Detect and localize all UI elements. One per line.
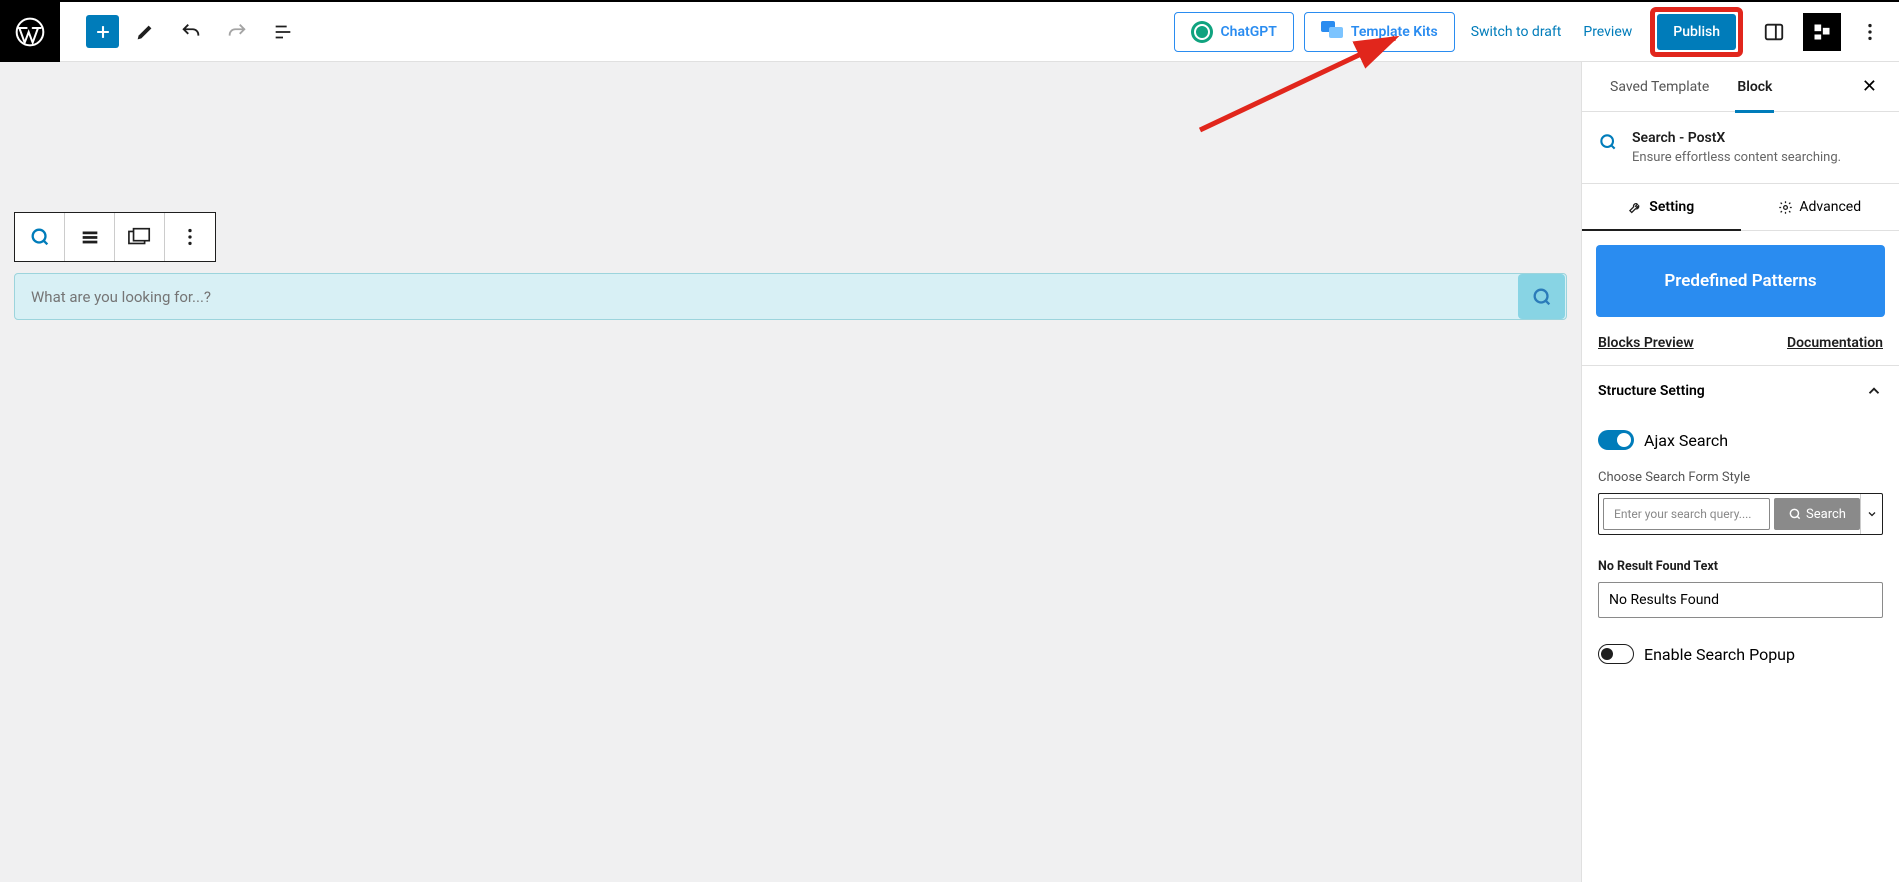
- options-menu-button[interactable]: [1851, 13, 1889, 51]
- publish-highlight-box: Publish: [1650, 7, 1743, 57]
- gear-icon: [1778, 200, 1793, 215]
- search-icon: [1788, 507, 1802, 521]
- ajax-search-toggle[interactable]: [1598, 430, 1634, 450]
- blocks-preview-link[interactable]: Blocks Preview: [1598, 335, 1694, 351]
- documentation-link[interactable]: Documentation: [1787, 335, 1883, 351]
- toolbar-right-group: ChatGPT Template Kits Switch to draft Pr…: [1174, 7, 1899, 57]
- editor-canvas[interactable]: [0, 62, 1581, 882]
- enable-popup-row: Enable Search Popup: [1598, 618, 1883, 678]
- predefined-patterns-button[interactable]: Predefined Patterns: [1596, 245, 1885, 317]
- chatgpt-button[interactable]: ChatGPT: [1174, 12, 1294, 52]
- structure-setting-body: Ajax Search Choose Search Form Style Ent…: [1582, 416, 1899, 696]
- switch-to-draft-link[interactable]: Switch to draft: [1465, 24, 1568, 40]
- form-style-select[interactable]: Enter your search query.... Search: [1598, 493, 1883, 535]
- postx-panel-button[interactable]: [1803, 13, 1841, 51]
- add-block-button[interactable]: [86, 15, 119, 48]
- tab-block[interactable]: Block: [1723, 62, 1786, 112]
- choose-style-label: Choose Search Form Style: [1598, 470, 1883, 485]
- search-block-submit[interactable]: [1518, 274, 1565, 319]
- top-toolbar: ChatGPT Template Kits Switch to draft Pr…: [0, 0, 1899, 62]
- no-result-input[interactable]: [1598, 582, 1883, 618]
- form-style-preview-input: Enter your search query....: [1603, 498, 1770, 530]
- settings-sidebar-toggle[interactable]: [1755, 13, 1793, 51]
- preview-link[interactable]: Preview: [1577, 24, 1638, 40]
- block-more-options-button[interactable]: [165, 213, 215, 261]
- template-kits-label: Template Kits: [1351, 24, 1438, 40]
- enable-popup-label: Enable Search Popup: [1644, 645, 1795, 664]
- block-title: Search - PostX: [1632, 130, 1841, 146]
- wordpress-logo[interactable]: [0, 2, 60, 62]
- template-kits-button[interactable]: Template Kits: [1304, 12, 1455, 52]
- inner-tabs: Setting Advanced: [1582, 184, 1899, 231]
- link-row: Blocks Preview Documentation: [1596, 317, 1885, 351]
- search-block-preview[interactable]: [14, 273, 1567, 320]
- redo-button[interactable]: [217, 12, 257, 52]
- block-description: Ensure effortless content searching.: [1632, 150, 1841, 165]
- edit-mode-button[interactable]: [125, 12, 165, 52]
- chatgpt-icon: [1191, 21, 1213, 43]
- inner-tab-advanced[interactable]: Advanced: [1741, 184, 1899, 230]
- close-sidebar-button[interactable]: ✕: [1854, 68, 1885, 105]
- document-overview-button[interactable]: [263, 12, 303, 52]
- tab-saved-template[interactable]: Saved Template: [1596, 62, 1723, 112]
- block-toolbar: [14, 212, 216, 262]
- block-type-icon[interactable]: [15, 213, 65, 261]
- inner-tab-setting[interactable]: Setting: [1582, 184, 1741, 230]
- form-style-dropdown[interactable]: [1860, 494, 1882, 534]
- layout-button[interactable]: [115, 213, 165, 261]
- chevron-down-icon: [1866, 508, 1878, 520]
- wrench-icon: [1628, 200, 1643, 215]
- undo-button[interactable]: [171, 12, 211, 52]
- form-style-preview-button: Search: [1774, 498, 1860, 530]
- search-block-input[interactable]: [15, 288, 1517, 306]
- sidebar-tabs: Saved Template Block ✕: [1582, 62, 1899, 112]
- enable-popup-toggle[interactable]: [1598, 644, 1634, 664]
- settings-sidebar: Saved Template Block ✕ Search - PostX En…: [1581, 62, 1899, 882]
- search-icon: [1598, 132, 1618, 165]
- chevron-up-icon: [1865, 382, 1883, 400]
- no-result-label: No Result Found Text: [1598, 559, 1883, 574]
- ajax-search-label: Ajax Search: [1644, 431, 1728, 450]
- structure-setting-header[interactable]: Structure Setting: [1582, 365, 1899, 416]
- block-header: Search - PostX Ensure effortless content…: [1582, 112, 1899, 184]
- template-kits-icon: [1321, 21, 1343, 43]
- chatgpt-label: ChatGPT: [1221, 24, 1277, 40]
- sidebar-content: Predefined Patterns Blocks Preview Docum…: [1582, 231, 1899, 365]
- ajax-search-row: Ajax Search: [1598, 416, 1883, 464]
- alignment-button[interactable]: [65, 213, 115, 261]
- publish-button[interactable]: Publish: [1657, 14, 1736, 50]
- toolbar-left-group: [60, 12, 303, 52]
